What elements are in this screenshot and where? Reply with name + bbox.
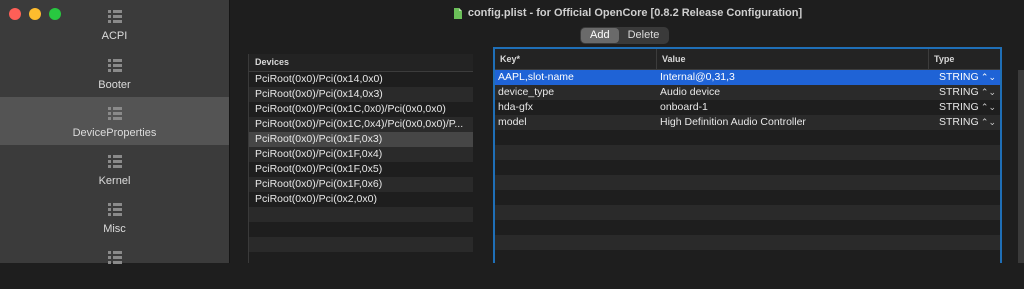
empty-row bbox=[495, 220, 1000, 235]
sidebar-item-acpi[interactable]: ACPI bbox=[0, 0, 229, 48]
empty-row bbox=[495, 235, 1000, 250]
window-title: config.plist - for Official OpenCore [0.… bbox=[467, 7, 803, 19]
property-type-label: STRING bbox=[939, 86, 979, 98]
device-row[interactable]: PciRoot(0x0)/Pci(0x1C,0x0)/Pci(0x0,0x0) bbox=[249, 102, 473, 117]
property-value[interactable]: Internal@0,31,3 bbox=[657, 70, 929, 85]
property-row[interactable]: model High Definition Audio Controller STR… bbox=[495, 115, 1000, 130]
sidebar-item-label: Kernel bbox=[98, 175, 131, 187]
empty-row bbox=[249, 237, 473, 252]
list-icon bbox=[107, 155, 122, 168]
property-key[interactable]: AAPL,slot-name bbox=[495, 70, 657, 85]
empty-row bbox=[249, 252, 473, 263]
empty-row bbox=[249, 207, 473, 222]
empty-row bbox=[249, 222, 473, 237]
property-type-label: STRING bbox=[939, 101, 979, 113]
list-icon bbox=[107, 59, 122, 72]
document-icon bbox=[453, 7, 462, 19]
sidebar-item-label: Misc bbox=[103, 223, 126, 235]
device-row[interactable]: PciRoot(0x0)/Pci(0x1F,0x5) bbox=[249, 162, 473, 177]
devices-column-header[interactable]: Devices bbox=[249, 54, 473, 72]
empty-row bbox=[495, 175, 1000, 190]
sidebar-item-deviceproperties[interactable]: DeviceProperties bbox=[0, 97, 229, 145]
property-value[interactable]: High Definition Audio Controller bbox=[657, 115, 929, 130]
property-row[interactable]: hda-gfx onboard-1 STRING ⌃⌄ bbox=[495, 100, 1000, 115]
add-delete-segmented-control: Add Delete bbox=[580, 27, 670, 44]
sidebar-item-more[interactable] bbox=[0, 241, 229, 289]
device-row[interactable]: PciRoot(0x0)/Pci(0x1C,0x4)/Pci(0x0,0x0)/… bbox=[249, 117, 473, 132]
property-type-select[interactable]: STRING ⌃⌄ bbox=[929, 85, 1000, 100]
empty-row bbox=[495, 145, 1000, 160]
value-column-header[interactable]: Value bbox=[657, 49, 929, 69]
device-row[interactable]: PciRoot(0x0)/Pci(0x1F,0x3) bbox=[249, 132, 473, 147]
property-key[interactable]: model bbox=[495, 115, 657, 130]
list-icon bbox=[107, 203, 122, 216]
sidebar-item-kernel[interactable]: Kernel bbox=[0, 145, 229, 193]
properties-table: Key* Value Type AAPL,slot-name Internal@0… bbox=[493, 47, 1002, 263]
empty-row bbox=[495, 160, 1000, 175]
property-row[interactable]: AAPL,slot-name Internal@0,31,3 STRING ⌃⌄ bbox=[495, 70, 1000, 85]
title-bar: config.plist - for Official OpenCore [0.… bbox=[231, 0, 1024, 26]
empty-row bbox=[495, 250, 1000, 263]
type-column-header[interactable]: Type bbox=[929, 49, 1000, 69]
chevron-updown-icon[interactable]: ⌃⌄ bbox=[981, 70, 996, 85]
list-icon bbox=[107, 251, 122, 264]
property-row[interactable]: device_type Audio device STRING ⌃⌄ bbox=[495, 85, 1000, 100]
devices-table: Devices PciRoot(0x0)/Pci(0x14,0x0) PciRoo… bbox=[248, 54, 473, 263]
device-row[interactable]: PciRoot(0x0)/Pci(0x14,0x0) bbox=[249, 72, 473, 87]
chevron-updown-icon[interactable]: ⌃⌄ bbox=[981, 85, 996, 100]
device-row[interactable]: PciRoot(0x0)/Pci(0x1F,0x6) bbox=[249, 177, 473, 192]
property-type-label: STRING bbox=[939, 71, 979, 83]
property-type-select[interactable]: STRING ⌃⌄ bbox=[929, 100, 1000, 115]
sidebar-item-misc[interactable]: Misc bbox=[0, 193, 229, 241]
device-row[interactable]: PciRoot(0x0)/Pci(0x2,0x0) bbox=[249, 192, 473, 207]
right-edge-scroll-area bbox=[1018, 70, 1024, 263]
key-column-header[interactable]: Key* bbox=[495, 49, 657, 69]
delete-button[interactable]: Delete bbox=[619, 28, 669, 43]
empty-row bbox=[495, 205, 1000, 220]
list-icon bbox=[107, 10, 122, 23]
empty-row bbox=[495, 190, 1000, 205]
property-value[interactable]: onboard-1 bbox=[657, 100, 929, 115]
property-key[interactable]: device_type bbox=[495, 85, 657, 100]
chevron-updown-icon[interactable]: ⌃⌄ bbox=[981, 100, 996, 115]
property-value[interactable]: Audio device bbox=[657, 85, 929, 100]
device-row[interactable]: PciRoot(0x0)/Pci(0x14,0x3) bbox=[249, 87, 473, 102]
list-icon bbox=[107, 107, 122, 120]
add-button[interactable]: Add bbox=[581, 28, 619, 43]
properties-header-row: Key* Value Type bbox=[495, 49, 1000, 70]
sidebar-item-label: Booter bbox=[98, 79, 131, 91]
property-type-select[interactable]: STRING ⌃⌄ bbox=[929, 115, 1000, 130]
property-type-select[interactable]: STRING ⌃⌄ bbox=[929, 70, 1000, 85]
property-type-label: STRING bbox=[939, 116, 979, 128]
empty-row bbox=[495, 130, 1000, 145]
property-key[interactable]: hda-gfx bbox=[495, 100, 657, 115]
sidebar: ACPI Booter DeviceProperties Kernel Misc bbox=[0, 0, 230, 264]
sidebar-item-label: ACPI bbox=[101, 30, 128, 42]
chevron-updown-icon[interactable]: ⌃⌄ bbox=[981, 115, 996, 130]
sidebar-item-label: DeviceProperties bbox=[72, 127, 157, 139]
device-row[interactable]: PciRoot(0x0)/Pci(0x1F,0x4) bbox=[249, 147, 473, 162]
sidebar-item-booter[interactable]: Booter bbox=[0, 49, 229, 97]
